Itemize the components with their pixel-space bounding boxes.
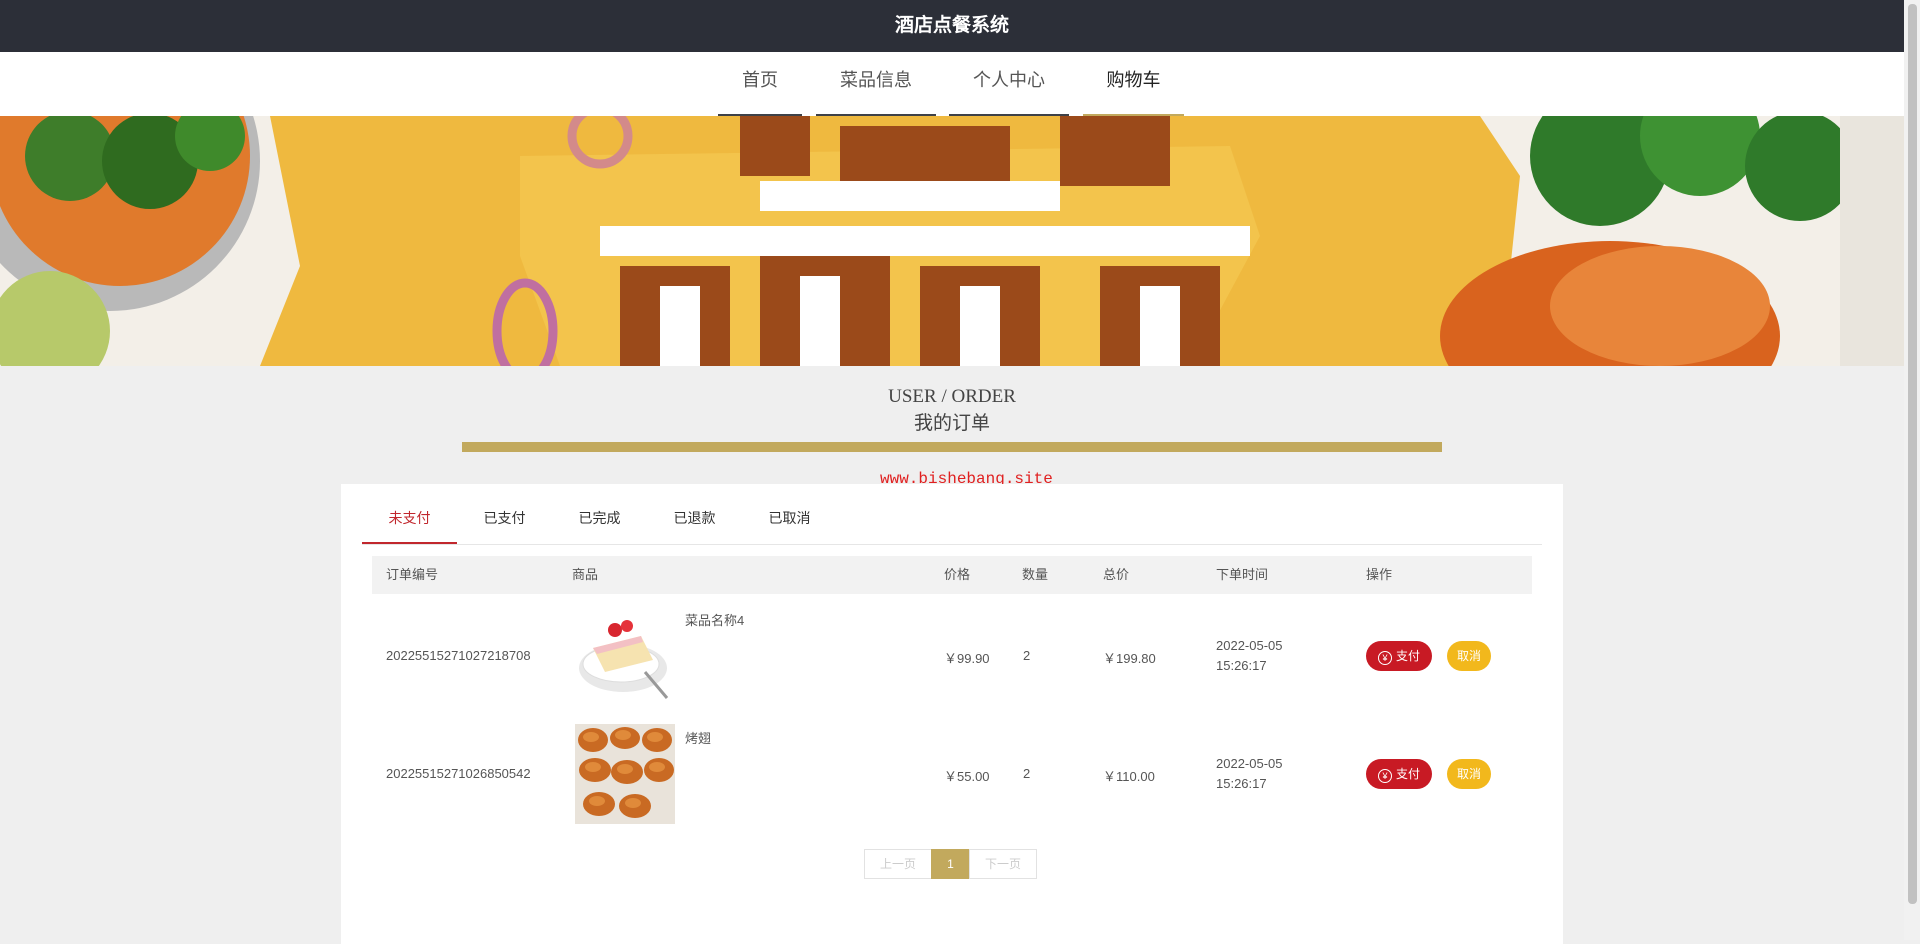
app-title: 酒店点餐系统 [894, 15, 1009, 36]
nav-cart[interactable]: 购物车 [1083, 66, 1184, 119]
section-divider [462, 442, 1442, 452]
section-title-en: USER / ORDER [888, 386, 1016, 407]
order-time: 15:26:17 [1216, 776, 1267, 791]
yen-icon: ¥ [1377, 769, 1392, 783]
pay-label: 支付 [1395, 649, 1420, 663]
product-name[interactable]: 烤翅 [685, 728, 711, 747]
order-date: 2022-05-05 [1216, 638, 1283, 653]
order-date: 2022-05-05 [1216, 756, 1283, 771]
total-price: ￥110.00 [1103, 769, 1155, 784]
col-qty: 数量 [1022, 567, 1049, 582]
page-number-current[interactable]: 1 [931, 849, 970, 879]
col-actions: 操作 [1366, 567, 1393, 582]
price: ￥55.00 [944, 769, 990, 784]
section-title-cn: 我的订单 [913, 413, 990, 434]
col-time: 下单时间 [1216, 567, 1269, 582]
pay-button[interactable]: ¥ 支付 [1366, 641, 1432, 671]
order-number: 20225515271026850542 [386, 766, 531, 781]
orders-panel: 未支付 已支付 已完成 已退款 已取消 订单编号 商品 价格 数量 总价 下单时… [341, 484, 1563, 944]
tab-cancelled[interactable]: 已取消 [742, 496, 837, 542]
nav-cart-label: 购物车 [1106, 70, 1161, 90]
scrollbar-thumb[interactable] [1908, 4, 1917, 904]
total-price: ￥199.80 [1103, 651, 1156, 666]
table-row: 20225515271027218708 菜品名称4 ￥99.90 2 ￥199… [372, 596, 1532, 714]
table-header: 订单编号 商品 价格 数量 总价 下单时间 操作 [372, 556, 1532, 594]
table-row: 20225515271026850542 烤翅 ￥55.00 2 ￥110.00… [372, 714, 1532, 832]
tab-unpaid[interactable]: 未支付 [362, 496, 457, 544]
col-price: 价格 [944, 567, 971, 582]
page-scrollbar[interactable] [1904, 0, 1920, 940]
pay-label: 支付 [1395, 767, 1420, 781]
tab-completed[interactable]: 已完成 [552, 496, 647, 542]
quantity: 2 [1023, 766, 1031, 781]
order-number: 20225515271027218708 [386, 648, 531, 663]
nav-profile[interactable]: 个人中心 [949, 66, 1069, 119]
quantity: 2 [1023, 648, 1031, 663]
order-status-tabs: 未支付 已支付 已完成 已退款 已取消 [362, 496, 1542, 545]
main-nav: 首页 菜品信息 个人中心 购物车 [0, 52, 1904, 119]
cake-image [575, 606, 675, 706]
yen-icon: ¥ [1377, 651, 1392, 665]
pay-button[interactable]: ¥ 支付 [1366, 759, 1432, 789]
price: ￥99.90 [944, 651, 990, 666]
nav-profile-label: 个人中心 [973, 70, 1045, 90]
tab-refunded[interactable]: 已退款 [647, 496, 742, 542]
app-header: 酒店点餐系统 [0, 0, 1904, 52]
promo-banner-image [0, 116, 1904, 366]
chicken-wings-image [575, 724, 675, 824]
nav-dishes-label: 菜品信息 [840, 70, 912, 90]
tab-paid[interactable]: 已支付 [457, 496, 552, 542]
prev-page-button[interactable]: 上一页 [864, 849, 932, 879]
next-page-button[interactable]: 下一页 [969, 849, 1037, 879]
col-order-no: 订单编号 [386, 567, 439, 582]
cancel-button[interactable]: 取消 [1447, 641, 1491, 671]
order-time: 15:26:17 [1216, 658, 1267, 673]
col-total: 总价 [1103, 567, 1130, 582]
nav-home[interactable]: 首页 [718, 66, 802, 119]
cancel-button[interactable]: 取消 [1447, 759, 1491, 789]
nav-dishes[interactable]: 菜品信息 [816, 66, 936, 119]
nav-home-label: 首页 [742, 70, 778, 90]
promo-banner [0, 116, 1904, 366]
col-product: 商品 [572, 567, 599, 582]
product-name[interactable]: 菜品名称4 [685, 610, 744, 629]
